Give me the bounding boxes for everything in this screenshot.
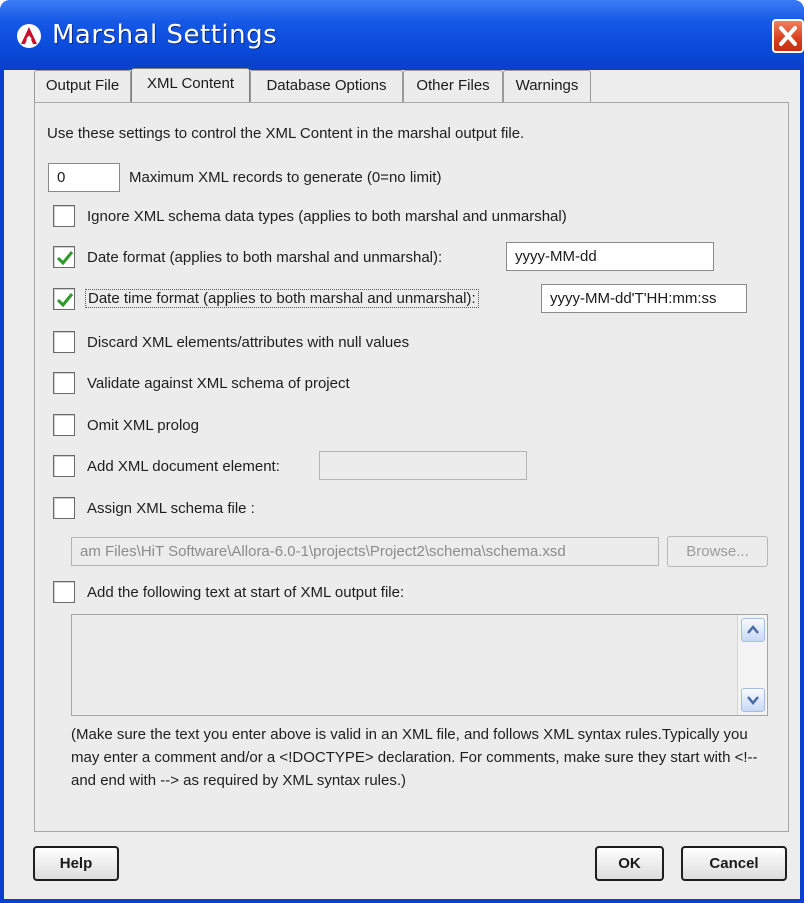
marshal-settings-dialog: Marshal Settings Output File XML Content…	[0, 0, 804, 903]
add-doc-element-checkbox[interactable]	[53, 455, 75, 477]
cancel-button[interactable]: Cancel	[681, 846, 787, 881]
close-button[interactable]	[772, 19, 804, 53]
browse-button[interactable]: Browse...	[667, 536, 768, 567]
chevron-up-icon	[747, 625, 759, 634]
add-doc-element-label: Add XML document element:	[87, 458, 280, 475]
close-icon	[779, 26, 797, 46]
help-button[interactable]: Help	[33, 846, 119, 881]
ignore-types-checkbox[interactable]	[53, 205, 75, 227]
tab-output-file[interactable]: Output File	[34, 70, 131, 102]
intro-text: Use these settings to control the XML Co…	[47, 125, 525, 142]
validate-schema-checkbox[interactable]	[53, 372, 75, 394]
tab-other-files[interactable]: Other Files	[403, 70, 503, 102]
max-records-label: Maximum XML records to generate (0=no li…	[129, 169, 442, 186]
window-title: Marshal Settings	[52, 20, 278, 50]
syntax-note: (Make sure the text you enter above is v…	[71, 726, 758, 789]
app-logo-icon	[17, 24, 41, 48]
date-format-checkbox[interactable]	[53, 246, 75, 268]
assign-schema-checkbox[interactable]	[53, 497, 75, 519]
datetime-format-checkbox[interactable]	[53, 288, 75, 310]
xml-content-panel: Use these settings to control the XML Co…	[34, 102, 789, 832]
assign-schema-label: Assign XML schema file :	[87, 500, 255, 517]
date-format-input[interactable]: yyyy-MM-dd	[506, 242, 714, 271]
max-records-input[interactable]: 0	[48, 163, 120, 192]
schema-path-input[interactable]: am Files\HiT Software\Allora-6.0-1\proje…	[71, 537, 659, 566]
start-text-area[interactable]	[71, 614, 768, 716]
textarea-scrollbar[interactable]	[737, 615, 767, 715]
datetime-format-input[interactable]: yyyy-MM-dd'T'HH:mm:ss	[541, 284, 747, 313]
add-text-label: Add the following text at start of XML o…	[87, 584, 405, 601]
datetime-format-label: Date time format (applies to both marsha…	[85, 289, 479, 308]
title-bar[interactable]: Marshal Settings	[0, 0, 804, 70]
ignore-types-label: Ignore XML schema data types (applies to…	[87, 208, 567, 225]
validate-schema-label: Validate against XML schema of project	[87, 375, 350, 392]
scroll-up-button[interactable]	[741, 618, 765, 642]
check-icon	[56, 293, 74, 308]
chevron-down-icon	[747, 696, 759, 705]
scroll-down-button[interactable]	[741, 688, 765, 712]
discard-null-label: Discard XML elements/attributes with nul…	[87, 334, 410, 351]
discard-null-checkbox[interactable]	[53, 331, 75, 353]
tab-warnings[interactable]: Warnings	[503, 70, 591, 102]
tab-xml-content[interactable]: XML Content	[131, 68, 250, 102]
date-format-label: Date format (applies to both marshal and…	[87, 249, 443, 266]
omit-prolog-label: Omit XML prolog	[87, 417, 199, 434]
doc-element-input[interactable]	[319, 451, 527, 480]
omit-prolog-checkbox[interactable]	[53, 414, 75, 436]
add-text-checkbox[interactable]	[53, 581, 75, 603]
check-icon	[56, 251, 74, 266]
ok-button[interactable]: OK	[595, 846, 664, 881]
tab-database-options[interactable]: Database Options	[250, 70, 403, 102]
dialog-body: Output File XML Content Database Options…	[4, 68, 800, 899]
